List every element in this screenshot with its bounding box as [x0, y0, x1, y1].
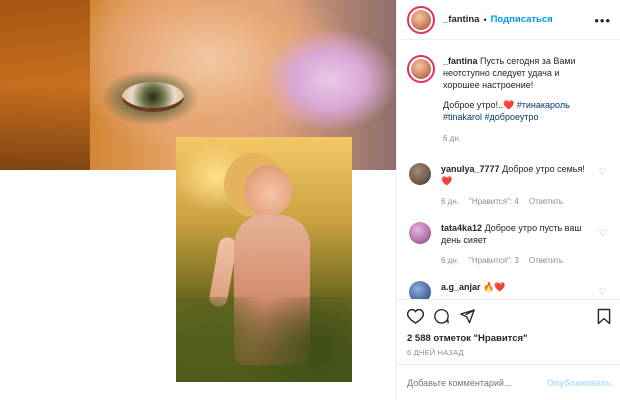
comment-meta: 6 дн. "Нравится": 3 Ответить — [441, 255, 591, 267]
action-bar — [397, 299, 620, 325]
comments-list[interactable]: _fantina Пусть сегодня за Вами неотступн… — [397, 41, 620, 299]
comment-username[interactable]: tata4ka12 — [441, 223, 482, 233]
likes-count[interactable]: 2 588 отметок "Нравится" — [407, 333, 528, 344]
caption-username[interactable]: _fantina — [443, 56, 478, 66]
comment-body: yanulya_7777 Доброе утро семья! ❤️ 6 дн.… — [441, 163, 591, 208]
comment-likes[interactable]: "Нравится": 4 — [469, 196, 519, 208]
follow-button[interactable]: Подписаться — [491, 14, 553, 25]
photo-foliage — [176, 297, 352, 382]
caption-text-block: _fantina Пусть сегодня за Вами неотступн… — [443, 55, 593, 145]
post-media[interactable] — [0, 0, 396, 400]
comment-emoji: 🔥❤️ — [483, 282, 506, 292]
add-comment-bar: Опубликовать — [397, 364, 620, 400]
comment-item: yanulya_7777 Доброе утро семья! ❤️ 6 дн.… — [397, 145, 620, 208]
bookmark-icon[interactable] — [597, 308, 611, 329]
comment-icon[interactable] — [433, 308, 450, 328]
photo-person-head — [244, 165, 292, 217]
post-caption: _fantina Пусть сегодня за Вами неотступн… — [397, 41, 620, 145]
avatar[interactable] — [407, 55, 435, 83]
photo-eye-region — [122, 82, 184, 112]
comment-input[interactable] — [407, 377, 537, 388]
avatar[interactable] — [409, 163, 431, 185]
publish-button[interactable]: Опубликовать — [547, 378, 611, 388]
heart-icon[interactable]: ♡ — [599, 167, 607, 178]
comment-meta: 6 дн. "Нравится": 4 Ответить — [441, 196, 591, 208]
comment-age: 6 дн. — [441, 197, 459, 206]
hashtag-link[interactable]: #tinakarol — [443, 112, 482, 122]
comment-username[interactable]: a.g_anjar — [441, 282, 481, 292]
hashtag-link[interactable]: #доброеутро — [485, 112, 539, 122]
avatar[interactable] — [407, 5, 435, 34]
post-time: 6 ДНЕЙ НАЗАД — [407, 348, 464, 357]
reply-button[interactable]: Ответить — [529, 196, 563, 208]
heart-icon[interactable]: ♡ — [599, 228, 607, 239]
comment-emoji: ❤️ — [441, 176, 453, 186]
share-icon[interactable] — [459, 308, 476, 328]
comment-body: a.g_anjar 🔥❤️ — [441, 281, 591, 299]
comment-text: Доброе утро семья! — [502, 164, 585, 174]
avatar[interactable] — [409, 222, 431, 244]
comment-likes[interactable]: "Нравится": 3 — [469, 255, 519, 267]
more-icon[interactable]: ••• — [594, 13, 611, 28]
caption-age: 6 дн. — [443, 134, 461, 143]
photo-hair-region — [0, 0, 90, 170]
heart-icon[interactable]: ♡ — [599, 287, 607, 298]
heart-icon[interactable] — [406, 308, 425, 328]
comment-item: tata4ka12 Доброе утро пусть ваш день сия… — [397, 208, 620, 267]
main-photo — [176, 137, 352, 382]
comment-username[interactable]: yanulya_7777 — [441, 164, 500, 174]
reply-button[interactable]: Ответить — [529, 255, 563, 267]
comment-item: a.g_anjar 🔥❤️ ♡ — [397, 267, 620, 299]
username[interactable]: _fantina — [443, 14, 479, 25]
post-header: _fantina • Подписаться ••• — [397, 0, 620, 40]
separator-dot: • — [483, 14, 487, 25]
post-panel: _fantina • Подписаться ••• _fantina Пуст… — [396, 0, 620, 400]
hashtag-link[interactable]: #тинакароль — [517, 100, 570, 110]
heart-emoji: ❤️ — [503, 100, 515, 110]
avatar[interactable] — [409, 281, 431, 299]
caption-line2: Доброе утро!.. — [443, 100, 504, 110]
comment-age: 6 дн. — [441, 256, 459, 265]
comment-body: tata4ka12 Доброе утро пусть ваш день сия… — [441, 222, 591, 267]
